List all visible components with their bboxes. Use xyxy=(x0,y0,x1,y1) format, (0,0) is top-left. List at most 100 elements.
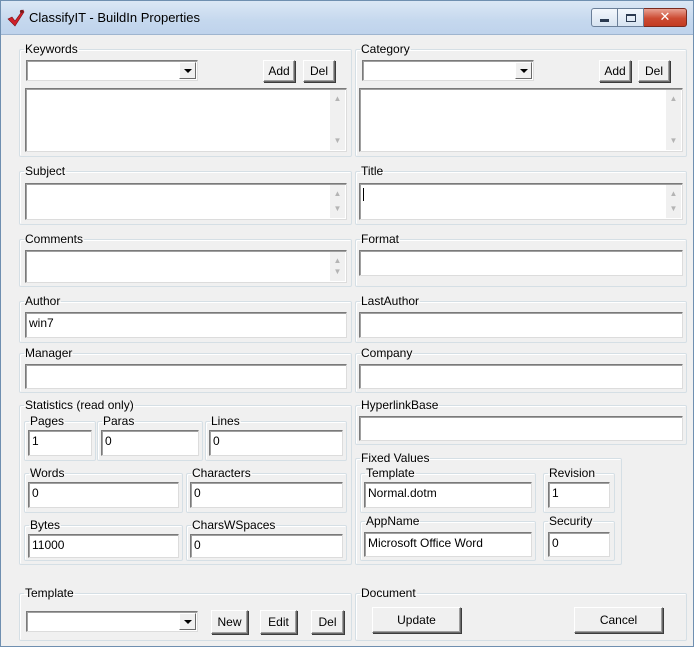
chevron-down-icon xyxy=(183,68,192,73)
paras-label: Paras xyxy=(103,414,135,428)
template-combo[interactable] xyxy=(26,611,198,632)
minimize-icon xyxy=(600,19,609,22)
chars-w-spaces-label: CharsWSpaces xyxy=(192,518,276,532)
author-field[interactable]: win7 xyxy=(25,312,347,338)
revision-field: 1 xyxy=(548,482,610,508)
author-legend: Author xyxy=(25,294,61,308)
maximize-button[interactable] xyxy=(618,8,644,27)
keywords-del-button[interactable]: Del xyxy=(303,60,335,82)
comments-legend: Comments xyxy=(25,232,84,246)
format-field[interactable] xyxy=(359,250,683,276)
keywords-combo[interactable] xyxy=(26,60,198,81)
bytes-label: Bytes xyxy=(30,518,61,532)
words-value: 0 xyxy=(32,486,39,500)
category-scrollbar[interactable]: ▲ ▼ xyxy=(666,90,681,150)
last-author-legend: LastAuthor xyxy=(361,294,420,308)
security-label: Security xyxy=(549,514,593,528)
format-legend: Format xyxy=(361,232,400,246)
fixed-template-field: Normal.dotm xyxy=(364,482,532,508)
scroll-down-icon[interactable]: ▼ xyxy=(666,202,681,216)
window-title: ClassifyIT - BuildIn Properties xyxy=(29,10,200,25)
window-controls: ✕ xyxy=(591,8,687,28)
characters-value: 0 xyxy=(194,486,201,500)
comments-scrollbar[interactable]: ▲ ▼ xyxy=(330,252,345,281)
scroll-up-icon[interactable]: ▲ xyxy=(666,92,681,106)
app-name-label: AppName xyxy=(366,514,420,528)
pages-field: 1 xyxy=(28,430,92,456)
category-combo[interactable] xyxy=(362,60,534,81)
subject-legend: Subject xyxy=(25,164,66,178)
fixed-template-value: Normal.dotm xyxy=(368,486,437,500)
company-field[interactable] xyxy=(359,364,683,389)
category-add-button[interactable]: Add xyxy=(599,60,631,82)
words-label: Words xyxy=(30,466,65,480)
scroll-down-icon[interactable]: ▼ xyxy=(330,202,345,216)
pages-value: 1 xyxy=(32,434,39,448)
app-name-value: Microsoft Office Word xyxy=(368,536,483,550)
comments-field[interactable]: ▲ ▼ xyxy=(25,250,347,283)
scroll-up-icon[interactable]: ▲ xyxy=(330,92,345,106)
title-bar[interactable]: ClassifyIT - BuildIn Properties ✕ xyxy=(1,1,693,35)
chars-w-spaces-field: 0 xyxy=(190,534,343,558)
chars-w-spaces-value: 0 xyxy=(194,538,201,552)
chevron-down-icon xyxy=(519,68,528,73)
scroll-up-icon[interactable]: ▲ xyxy=(666,187,681,201)
keywords-list[interactable]: ▲ ▼ xyxy=(25,88,347,152)
bytes-field: 11000 xyxy=(28,534,179,558)
text-cursor xyxy=(363,188,364,202)
template-legend: Template xyxy=(25,586,74,600)
update-button[interactable]: Update xyxy=(372,607,461,633)
company-legend: Company xyxy=(361,346,413,360)
cancel-button[interactable]: Cancel xyxy=(574,607,663,633)
revision-label: Revision xyxy=(549,466,596,480)
lines-label: Lines xyxy=(211,414,240,428)
close-button[interactable]: ✕ xyxy=(644,8,687,27)
words-field: 0 xyxy=(28,482,179,508)
scroll-down-icon[interactable]: ▼ xyxy=(330,134,345,148)
keywords-add-button[interactable]: Add xyxy=(263,60,295,82)
hyperlink-base-legend: HyperlinkBase xyxy=(361,398,439,412)
paras-field: 0 xyxy=(101,430,199,456)
title-scrollbar[interactable]: ▲ ▼ xyxy=(666,185,681,218)
characters-label: Characters xyxy=(192,466,251,480)
subject-scrollbar[interactable]: ▲ ▼ xyxy=(330,185,345,218)
template-dropdown-button[interactable] xyxy=(179,613,196,630)
last-author-field[interactable] xyxy=(359,312,683,338)
subject-field[interactable]: ▲ ▼ xyxy=(25,183,347,220)
author-value: win7 xyxy=(29,316,54,330)
lines-field: 0 xyxy=(209,430,343,456)
hyperlink-base-field[interactable] xyxy=(359,416,683,441)
bytes-value: 11000 xyxy=(32,538,65,552)
close-icon: ✕ xyxy=(659,10,671,25)
statistics-legend: Statistics (read only) xyxy=(25,398,134,412)
category-dropdown-button[interactable] xyxy=(515,62,532,79)
lines-value: 0 xyxy=(213,434,220,448)
fixed-values-legend: Fixed Values xyxy=(361,451,430,465)
fixed-template-label: Template xyxy=(366,466,415,480)
scroll-down-icon[interactable]: ▼ xyxy=(666,134,681,148)
template-del-button[interactable]: Del xyxy=(311,610,344,634)
document-legend: Document xyxy=(361,586,416,600)
template-new-button[interactable]: New xyxy=(211,610,248,634)
security-value: 0 xyxy=(552,536,559,550)
keywords-legend: Keywords xyxy=(25,42,78,56)
title-legend: Title xyxy=(361,164,384,178)
category-del-button[interactable]: Del xyxy=(638,60,670,82)
scroll-up-icon[interactable]: ▲ xyxy=(330,187,345,201)
scroll-down-icon[interactable]: ▼ xyxy=(330,265,345,279)
manager-legend: Manager xyxy=(25,346,73,360)
category-legend: Category xyxy=(361,42,410,56)
maximize-icon xyxy=(625,13,636,22)
manager-field[interactable] xyxy=(25,364,347,389)
template-edit-button[interactable]: Edit xyxy=(260,610,297,634)
keywords-dropdown-button[interactable] xyxy=(179,62,196,79)
title-field[interactable]: ▲ ▼ xyxy=(359,183,683,220)
keywords-scrollbar[interactable]: ▲ ▼ xyxy=(330,90,345,150)
category-list[interactable]: ▲ ▼ xyxy=(359,88,683,152)
pages-label: Pages xyxy=(30,414,65,428)
characters-field: 0 xyxy=(190,482,343,508)
dialog-window: ClassifyIT - BuildIn Properties ✕ Keywor… xyxy=(0,0,694,647)
revision-value: 1 xyxy=(552,486,559,500)
app-name-field: Microsoft Office Word xyxy=(364,532,532,557)
minimize-button[interactable] xyxy=(591,8,618,27)
